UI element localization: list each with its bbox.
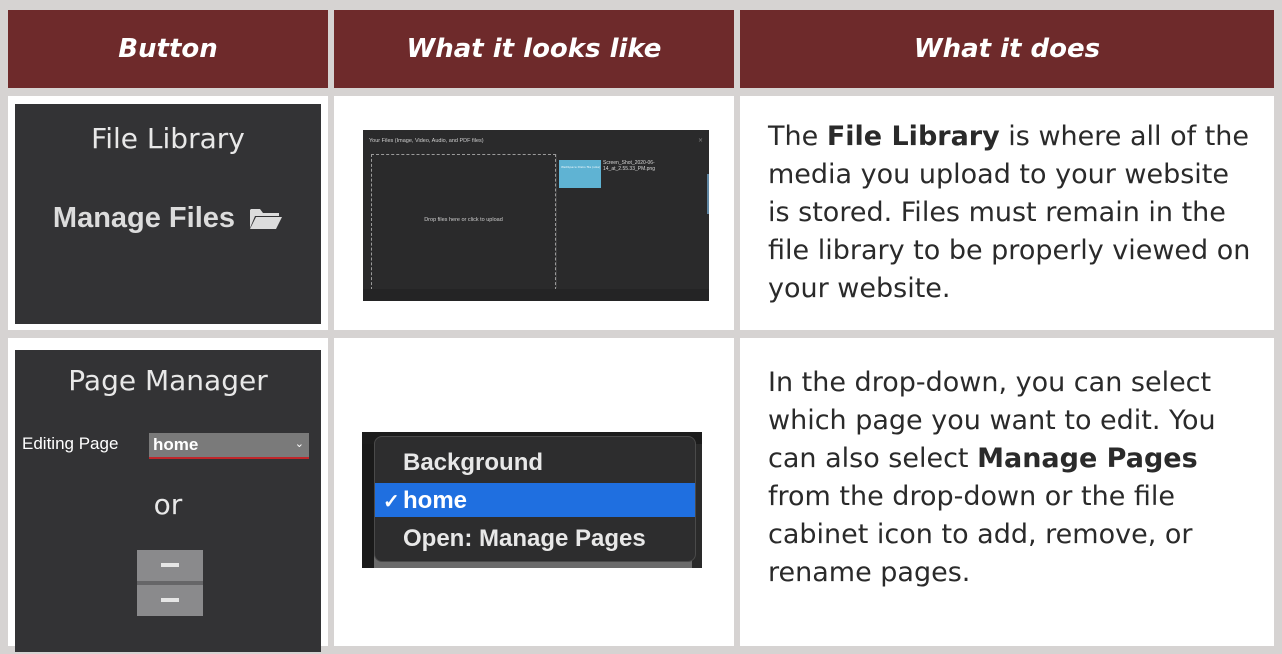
drawer-handle: [161, 598, 179, 602]
desc-text: from the drop-down or the file cabinet i…: [768, 481, 1193, 588]
or-text: or: [153, 488, 183, 521]
file-library-panel: File Library Manage Files: [15, 104, 321, 324]
header-looks-like: What it looks like: [334, 10, 734, 88]
dropdown-menu: Background ✓ home Open: Manage Pages: [374, 436, 696, 562]
file-cabinet-icon[interactable]: [137, 550, 203, 616]
drawer-handle: [161, 563, 179, 567]
dropdown-item-label: Background: [403, 449, 544, 476]
dropdown-item-label: Open: Manage Pages: [403, 525, 646, 552]
chevron-down-icon: ⌄: [294, 437, 304, 450]
check-icon: ✓: [383, 491, 400, 513]
file-thumbnail: WebSpace Disks file (size): [559, 160, 601, 188]
drop-zone-text: Drop files here or click to upload: [424, 217, 503, 223]
thumbnail-text: WebSpace Disks file (size): [561, 165, 601, 169]
header-button-label: Button: [118, 34, 218, 64]
file-drop-zone: Drop files here or click to upload: [371, 154, 556, 290]
desc-text: The: [768, 121, 827, 152]
editing-page-label: Editing Page: [22, 434, 119, 453]
cabinet-drawer: [137, 585, 203, 616]
select-value: home: [153, 435, 199, 454]
file-name: Screen_Shot_2020-06-14_at_2.55.33_PM.png: [603, 160, 655, 172]
scroll-edge: [707, 174, 709, 214]
header-does: What it does: [740, 10, 1274, 88]
dropdown-screenshot: Background ✓ home Open: Manage Pages: [362, 432, 702, 568]
dropdown-item-home[interactable]: ✓ home: [375, 483, 695, 517]
left-edge: [362, 444, 374, 568]
cabinet-drawer: [137, 550, 203, 581]
desc-bold: File Library: [826, 121, 1000, 152]
info-table: Button What it looks like What it does F…: [0, 0, 1282, 654]
page-manager-description: In the drop-down, you can select which p…: [768, 364, 1258, 592]
header-does-label: What it does: [913, 34, 1101, 64]
dropdown-item-manage-pages[interactable]: Open: Manage Pages: [375, 521, 695, 555]
dialog-footer: [363, 289, 709, 301]
header-button: Button: [8, 10, 328, 88]
file-library-screenshot: Your Files (Image, Video, Audio, and PDF…: [363, 130, 709, 301]
file-library-dialog-title: Your Files (Image, Video, Audio, and PDF…: [369, 138, 484, 144]
header-looks-like-label: What it looks like: [406, 34, 662, 64]
file-library-description: The File Library is where all of the med…: [768, 118, 1258, 308]
close-icon: ×: [697, 137, 703, 144]
divider: [556, 154, 557, 288]
desc-bold: Manage Pages: [977, 443, 1198, 474]
folder-open-icon: [250, 209, 283, 229]
editing-page-select[interactable]: home ⌄: [149, 433, 309, 459]
file-library-label: File Library: [91, 122, 245, 155]
manage-files-label: Manage Files: [52, 202, 236, 234]
page-manager-label: Page Manager: [68, 364, 268, 397]
dropdown-item-background[interactable]: Background: [375, 445, 695, 479]
dropdown-item-label: home: [403, 487, 468, 514]
manage-files-button[interactable]: Manage Files: [15, 202, 321, 235]
